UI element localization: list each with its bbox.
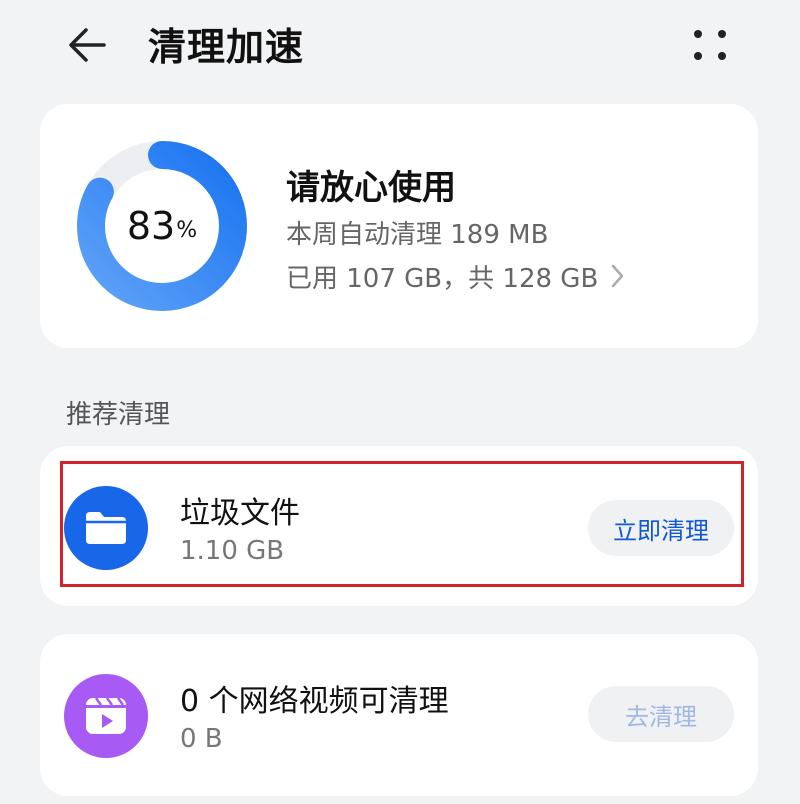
storage-usage-text: 已用 107 GB，共 128 GB: [286, 263, 599, 294]
highlight-box: [60, 461, 744, 587]
page-title: 清理加速: [148, 25, 305, 69]
more-options-button[interactable]: [684, 22, 736, 70]
chevron-right-icon: [612, 264, 624, 288]
more-dots-icon: [694, 30, 726, 60]
storage-usage-ring: 83%: [74, 138, 250, 314]
storage-card: 83% 请放心使用 本周自动清理 189 MB 已用 107 GB，共 128 …: [40, 104, 758, 348]
usage-percent-value: 83: [126, 204, 176, 248]
storage-status: 请放心使用: [286, 168, 456, 208]
video-clip-icon: [64, 674, 148, 758]
usage-percent-unit: %: [176, 217, 198, 243]
section-label-recommended: 推荐清理: [66, 400, 171, 430]
item-size: 0 B: [180, 724, 223, 754]
go-clean-button[interactable]: 去清理: [588, 686, 734, 742]
back-button[interactable]: [60, 20, 116, 70]
storage-usage-link[interactable]: 已用 107 GB，共 128 GB: [286, 256, 626, 296]
top-bar: 清理加速: [0, 0, 800, 92]
usage-percent: 83%: [74, 138, 250, 314]
item-title: 0 个网络视频可清理: [180, 684, 449, 719]
auto-clean-summary: 本周自动清理 189 MB: [286, 220, 549, 250]
back-arrow-icon: [69, 28, 106, 62]
online-video-card[interactable]: 0 个网络视频可清理 0 B 去清理: [40, 634, 758, 796]
